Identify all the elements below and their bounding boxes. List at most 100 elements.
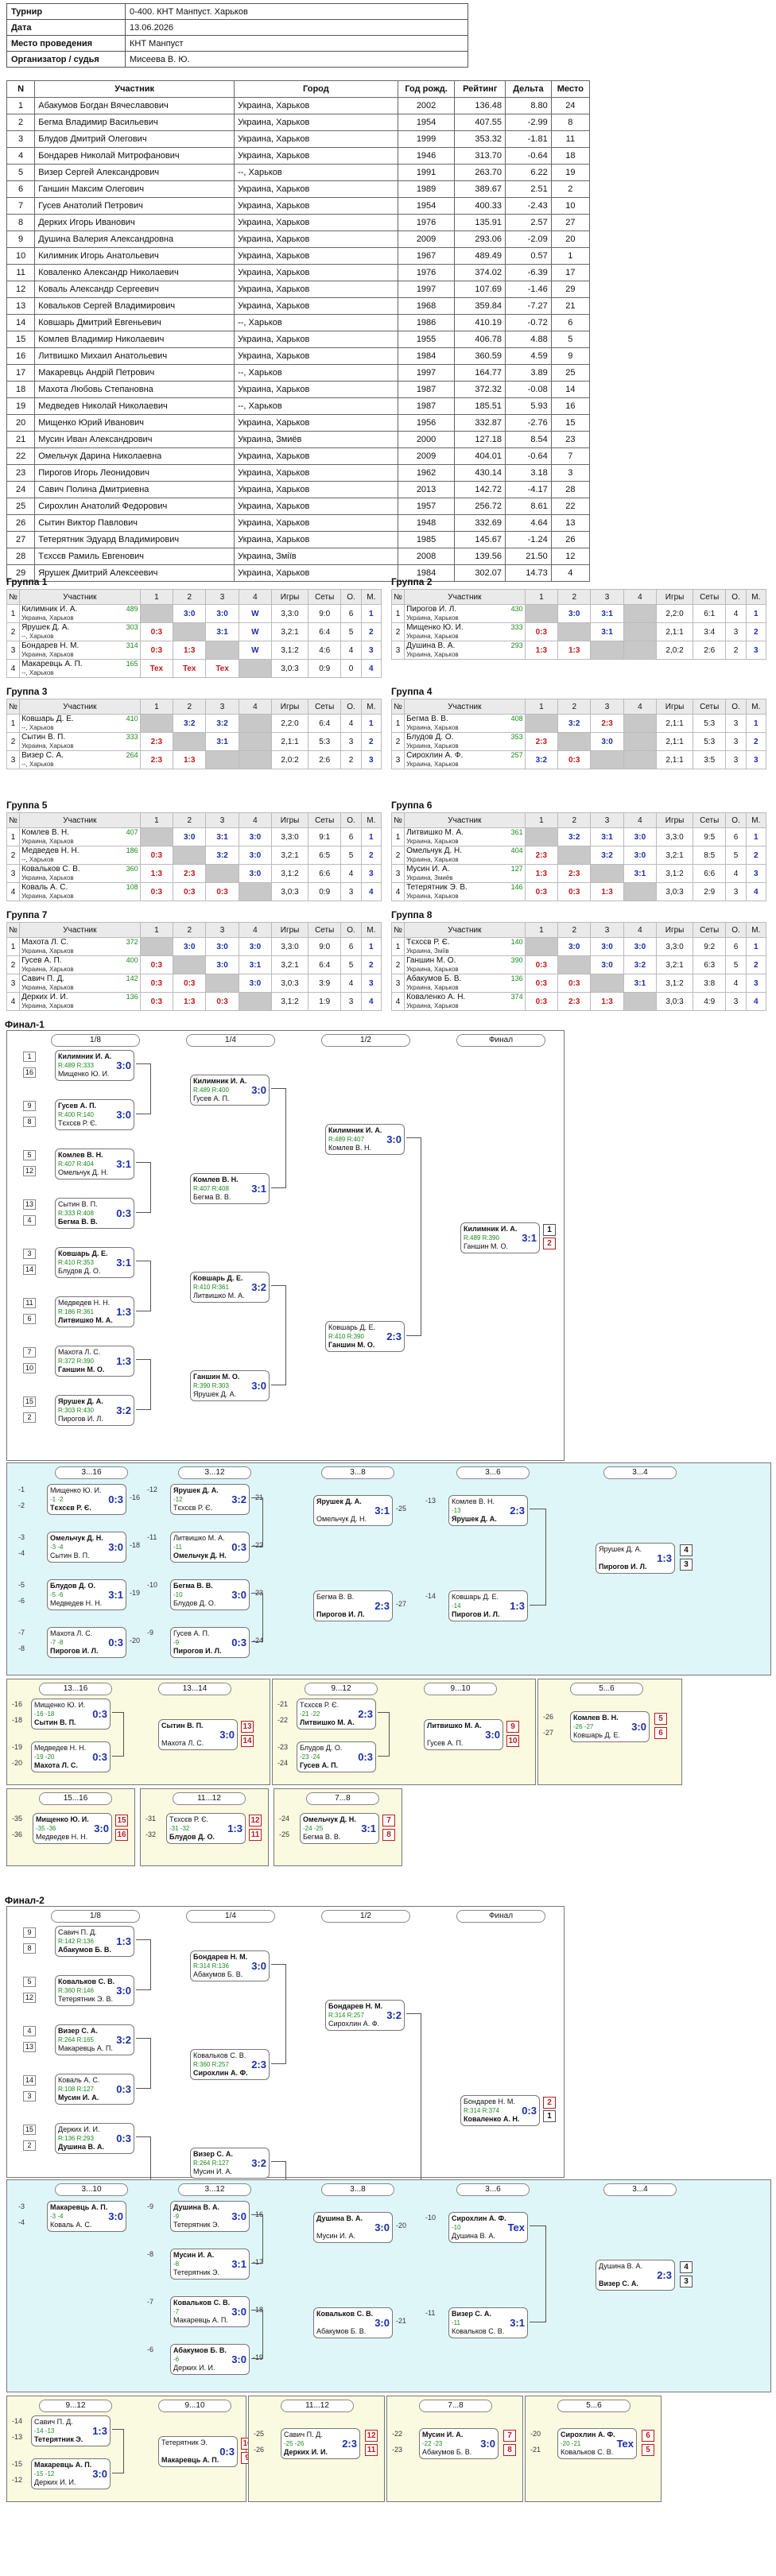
match-score-row: R:410 R:361 3:2 [193, 1282, 266, 1292]
group-points: 6 [725, 937, 747, 956]
group-row: 2 303 Ярушек Д. А. --, Харьков 0:3 3:1 W 3,2:1 6… [6, 622, 382, 641]
player-row: 4 Бондарев Николай Митрофанович Украина, Х… [6, 147, 591, 165]
group-header-cell: 3 [590, 922, 624, 938]
match-score: Tex [616, 2438, 634, 2450]
match-score-row: -9 0:3 [173, 1637, 246, 1648]
seed-number: 4 [23, 2026, 36, 2036]
group-games: 3,3:0 [656, 937, 694, 956]
group-row-number: 2 [6, 846, 21, 865]
group-sets: 5:3 [308, 732, 342, 751]
player-cell: Тєхсєв Рамиль Евгенович [34, 548, 235, 565]
group-place: 3 [360, 641, 382, 660]
group-games: 2,1:1 [656, 732, 694, 751]
group-player-name: Комлев В. Н. [21, 828, 70, 838]
match-ratings: -6 [173, 2356, 180, 2363]
match-ratings: -3 -4 [50, 1544, 64, 1551]
group-player-name: Бегма В. В. [406, 715, 448, 724]
group-row-number: 3 [6, 864, 21, 883]
match-ratings: R:264 R:165 [58, 2036, 94, 2043]
group-score-cell: 0:3 [139, 641, 174, 660]
group-title: Группа 1 [6, 576, 48, 587]
player-cell: Украина, Харьков [234, 564, 398, 582]
player-cell: 3.89 [505, 364, 552, 382]
match-box: Ковшарь Д. Е. R:410 R:361 3:2 Литвишко М. А… [190, 1272, 270, 1303]
players-header-cell: Участник [34, 80, 235, 98]
match-score: 0:3 [116, 2132, 131, 2144]
match-box: Сирохлин А. Ф. -20 -21 Tex Ковальков С. В. [557, 2428, 637, 2459]
group-header-cell: № [6, 812, 21, 828]
final-place: 16 [115, 1829, 128, 1841]
group-player-name: Пирогов И. Л. [406, 605, 457, 614]
group-score-cell: 2:3 [524, 846, 559, 865]
player-row: 17 Макаревць Андрій Петрович --, Харьков 19… [6, 364, 591, 382]
match-box: Абакумов Б. В. -6 3:0 Дерких И. И. [170, 2344, 250, 2375]
match-box: Мусин И. А. -8 3:1 Тетерятник Э. [170, 2249, 250, 2280]
group-score-cell: 2:3 [557, 992, 592, 1011]
group-player-rating: 430 [510, 605, 523, 614]
player-cell: 8 [550, 114, 591, 131]
group-score-cell [557, 732, 592, 751]
player-cell: 2002 [397, 97, 456, 114]
match-score-row: R:410 R:390 2:3 [328, 1331, 402, 1342]
match-ratings: R:390 R:303 [193, 1382, 229, 1389]
bracket-reference: -25 [279, 1830, 290, 1838]
group-player-rating: 303 [126, 623, 138, 632]
group-header-cell: 1 [139, 922, 174, 938]
seed-number: 14 [23, 1265, 36, 1275]
match-score: 3:0 [108, 2210, 123, 2222]
group-sets: 6:5 [308, 846, 342, 865]
group-header-cell: О. [725, 812, 747, 828]
bracket-reference: -20 [130, 1637, 141, 1644]
round-label: 1/2 [321, 1910, 410, 1923]
match-ratings: R:186 R:361 [58, 1308, 94, 1315]
group-place: 2 [360, 732, 382, 751]
group-score-cell: 3:0 [623, 846, 658, 865]
player-cell: 1997 [397, 364, 456, 382]
player-cell: 8.54 [505, 431, 552, 448]
group-place: 1 [745, 604, 767, 623]
bracket-reference: -24 [277, 1759, 289, 1767]
group-score-cell: 0:3 [173, 974, 207, 993]
player-cell: 489.49 [454, 247, 506, 265]
match-box: Килимник И. А. R:489 R:390 3:1 Ганшин М. О. [460, 1222, 540, 1253]
group-header-row: № Участник 1 2 3 4 Игры Сеты О. М. [6, 589, 382, 605]
player-row: 20 Мищенко Юрий Иванович Украина, Харьков 1… [6, 414, 591, 432]
group-title: Группа 6 [391, 800, 433, 811]
player-cell: Бондарев Николай Митрофанович [34, 147, 235, 165]
group-score-cell [623, 641, 658, 660]
bracket-reference: -27 [543, 1729, 554, 1737]
match-score: 1:3 [657, 1552, 672, 1564]
group-row-number: 3 [6, 750, 21, 769]
player-cell: 5.93 [505, 397, 552, 415]
match-score: 3:0 [251, 1960, 266, 1972]
group-player-cell: 410 Ковшарь Д. Е. --, Харьков [19, 714, 141, 733]
placement-panel: 15...16 Мищенко Ю. И. -35 -36 3:0 Медведев Н… [6, 1788, 135, 1866]
player-cell: 27 [6, 531, 36, 548]
match-score-row: R:186 R:361 1:3 [58, 1307, 131, 1317]
group-score-cell: 1:3 [524, 864, 559, 883]
group-score-cell [238, 714, 273, 733]
player-cell: -2.09 [505, 230, 552, 248]
player-cell: Украина, Харьков [234, 381, 398, 398]
match-box: Ярушек Д. А. -12 3:2 Тєхсєв Р. Є. [170, 1484, 250, 1515]
player-cell: Ковшарь Дмитрий Евгеньевич [34, 314, 235, 331]
group-header-cell: О. [340, 922, 362, 938]
final-place: 10 [506, 1735, 519, 1747]
group-row: 2 390 Ганшин М. О. Украина, Харьков 0:3 3:0 3:… [390, 955, 767, 974]
seed-number: 7 [23, 1347, 36, 1358]
player-cell: 8.61 [505, 498, 552, 515]
player-cell: 2.51 [505, 180, 552, 198]
group-score-cell [139, 604, 174, 623]
group-score-cell: 0:3 [139, 846, 174, 865]
group-row-number: 2 [390, 622, 405, 641]
player-row: 2 Бегма Владимир Васильевич Украина, Харьк… [6, 114, 591, 131]
group-score-cell: 3:2 [557, 827, 592, 846]
group-player-cell: 142 Савич П. Д. Украина, Харьков [19, 974, 141, 993]
player-cell: 2013 [397, 481, 456, 498]
player-row: 9 Душина Валерия Александровна Украина, Ха… [6, 230, 591, 248]
match-ratings: R:372 R:390 [58, 1358, 94, 1365]
group-header-cell: Участник [404, 699, 526, 715]
match-score-row: R:314 R:136 3:0 [193, 1960, 266, 1972]
main-bracket-panel: 1/8 1/4 1/2 Финал Савич П. Д. R:142 R:136 1:3 А… [6, 1906, 565, 2272]
match-box: Литвишко М. А. 3:0 Гусев А. П. [424, 1719, 503, 1750]
